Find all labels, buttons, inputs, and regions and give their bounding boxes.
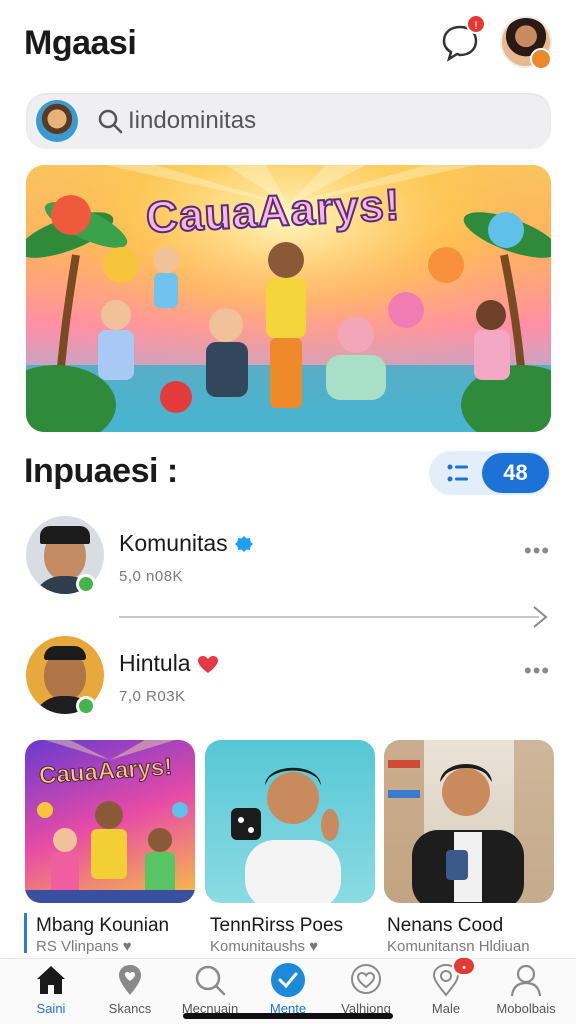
card[interactable] bbox=[384, 740, 554, 903]
card-title: Nenans Cood bbox=[387, 915, 504, 936]
list-item-subtitle: 5,0 n08K bbox=[119, 568, 184, 585]
section-title: Inpuaesi : bbox=[24, 452, 178, 490]
app-title: Mgaasi bbox=[24, 24, 137, 62]
list-item-name: Komunitas bbox=[119, 530, 254, 557]
list-item-name: Hintula bbox=[119, 650, 219, 677]
home-icon bbox=[37, 966, 65, 994]
notification-badge: ! bbox=[466, 14, 486, 34]
tab-label: Mobolbais bbox=[496, 1001, 556, 1016]
chevron-right-icon[interactable] bbox=[530, 604, 550, 630]
search-icon bbox=[98, 109, 123, 134]
card[interactable]: CauaAarys! bbox=[25, 740, 195, 903]
verified-badge-icon bbox=[234, 535, 253, 552]
online-indicator bbox=[76, 574, 96, 594]
list-item[interactable]: Komunitas 5,0 n08K ••• bbox=[0, 516, 576, 612]
tab-notification-badge: • bbox=[452, 956, 476, 976]
search-input[interactable]: Iindominitas bbox=[128, 107, 256, 135]
tab-profile[interactable]: Mobolbais bbox=[486, 959, 566, 1019]
view-toggle[interactable]: 48 bbox=[429, 451, 551, 495]
hero-banner[interactable]: CauaAarys! bbox=[26, 165, 551, 432]
filter-icon[interactable] bbox=[447, 463, 469, 483]
home-indicator bbox=[183, 1013, 393, 1019]
heart-icon bbox=[351, 964, 381, 994]
search-avatar bbox=[36, 100, 78, 142]
card-image bbox=[231, 767, 341, 903]
card-subtitle: Komunitansn Hldiuan bbox=[387, 938, 530, 955]
tab-home[interactable]: Saini bbox=[11, 959, 91, 1019]
more-options-icon[interactable]: ••• bbox=[524, 658, 550, 684]
profile-status-badge bbox=[530, 48, 552, 70]
card-image bbox=[384, 740, 554, 903]
more-options-icon[interactable]: ••• bbox=[524, 538, 550, 564]
card-title: TennRirss Poes bbox=[210, 915, 344, 936]
location-icon bbox=[119, 965, 141, 995]
card[interactable] bbox=[205, 740, 375, 903]
tab-check[interactable]: Mente bbox=[248, 959, 328, 1019]
check-icon bbox=[271, 963, 305, 997]
online-indicator bbox=[76, 696, 96, 716]
card-title: Mbang Kounian bbox=[36, 915, 170, 936]
member-count-badge[interactable]: 48 bbox=[482, 453, 549, 493]
tab-location[interactable]: Skancs bbox=[90, 959, 170, 1019]
search-bar[interactable]: Iindominitas bbox=[26, 93, 551, 149]
tab-favorites[interactable]: Valhiong bbox=[326, 959, 406, 1019]
list-item-subtitle: 7,0 R03K bbox=[119, 688, 186, 705]
app-header: Mgaasi ! bbox=[0, 0, 576, 88]
list-item[interactable]: Hintula 7,0 R03K ••• bbox=[0, 636, 576, 732]
card-subtitle: Komunitaushs ♥ bbox=[210, 938, 319, 955]
card-accent-bar bbox=[24, 913, 27, 953]
tab-search[interactable]: Mecnuain bbox=[170, 959, 250, 1019]
heart-icon bbox=[197, 655, 218, 673]
person-icon bbox=[510, 964, 542, 997]
card-subtitle: RS Vlinpans ♥ bbox=[36, 938, 132, 955]
search-icon bbox=[195, 965, 226, 996]
divider bbox=[119, 616, 539, 618]
